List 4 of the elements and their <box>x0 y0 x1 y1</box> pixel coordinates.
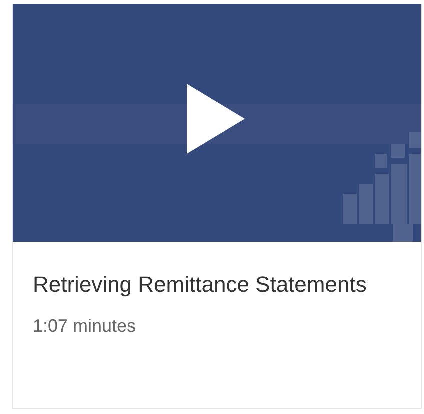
video-title[interactable]: Retrieving Remittance Statements <box>33 264 401 306</box>
video-card[interactable]: Retrieving Remittance Statements 1:07 minutes <box>12 4 422 409</box>
play-icon[interactable] <box>187 84 245 154</box>
video-duration: 1:07 minutes <box>33 316 138 337</box>
